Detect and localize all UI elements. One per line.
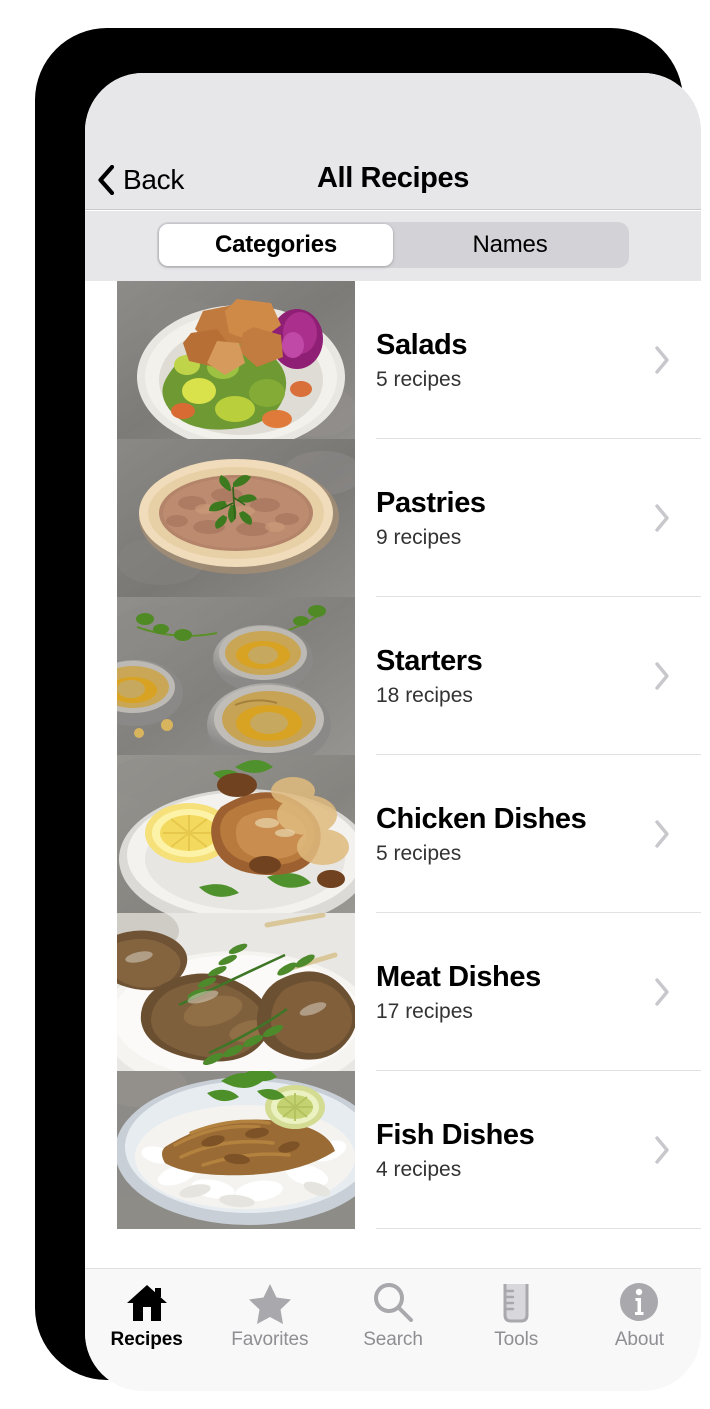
phone-screen: Back All Recipes Categories Names Salads… bbox=[85, 73, 701, 1391]
chevron-right-icon bbox=[655, 820, 669, 848]
roast-chicken-photo bbox=[117, 755, 355, 913]
tab-recipes-label: Recipes bbox=[110, 1329, 183, 1350]
measuring-cup-icon bbox=[503, 1284, 529, 1323]
list-item-title: Fish Dishes bbox=[376, 1118, 535, 1151]
list-item[interactable]: Chicken Dishes 5 recipes bbox=[85, 755, 701, 913]
list-item-text: Starters 18 recipes bbox=[376, 597, 483, 755]
list-item-text: Chicken Dishes 5 recipes bbox=[376, 755, 587, 913]
list-item-subtitle: 18 recipes bbox=[376, 683, 473, 707]
list-item-text: Pastries 9 recipes bbox=[376, 439, 486, 597]
tab-search-label: Search bbox=[363, 1329, 423, 1350]
segmented-control: Categories Names bbox=[157, 222, 629, 268]
fish-with-rice-photo bbox=[117, 1071, 355, 1229]
list-item-text: Meat Dishes 17 recipes bbox=[376, 913, 541, 1071]
tab-names[interactable]: Names bbox=[393, 224, 627, 266]
list-item-title: Pastries bbox=[376, 486, 486, 519]
tab-about-label: About bbox=[614, 1329, 664, 1350]
list-item[interactable]: Starters 18 recipes bbox=[85, 597, 701, 755]
list-item-title: Salads bbox=[376, 328, 468, 361]
list-item-text: Salads 5 recipes bbox=[376, 281, 468, 439]
list-divider bbox=[376, 1228, 701, 1229]
tab-categories[interactable]: Categories bbox=[159, 224, 393, 266]
fattoush-salad-photo bbox=[117, 281, 355, 439]
list-item[interactable]: Pastries 9 recipes bbox=[85, 439, 701, 597]
tab-search[interactable]: Search bbox=[331, 1279, 454, 1391]
meat-flatbread-photo bbox=[117, 439, 355, 597]
list-item-subtitle: 4 recipes bbox=[376, 1157, 462, 1181]
tab-tools-label: Tools bbox=[494, 1329, 539, 1350]
tab-about[interactable]: About bbox=[578, 1279, 701, 1391]
star-icon bbox=[248, 1284, 291, 1324]
navigation-bar: Back All Recipes bbox=[85, 73, 701, 210]
list-item-subtitle: 5 recipes bbox=[376, 841, 462, 865]
kafta-skewers-photo bbox=[117, 913, 355, 1071]
tab-tools[interactable]: Tools bbox=[455, 1279, 578, 1391]
chevron-right-icon bbox=[655, 504, 669, 532]
chevron-right-icon bbox=[655, 662, 669, 690]
phone-frame: Back All Recipes Categories Names Salads… bbox=[35, 28, 701, 1391]
list-item-subtitle: 9 recipes bbox=[376, 525, 462, 549]
tab-favorites-label: Favorites bbox=[231, 1329, 309, 1350]
list-item-title: Starters bbox=[376, 644, 483, 677]
tab-favorites[interactable]: Favorites bbox=[208, 1279, 331, 1391]
chevron-right-icon bbox=[655, 346, 669, 374]
chevron-right-icon bbox=[655, 978, 669, 1006]
list-item-title: Meat Dishes bbox=[376, 960, 541, 993]
list-item[interactable]: Salads 5 recipes bbox=[85, 281, 701, 439]
recipe-category-list[interactable]: Salads 5 recipes Pastries 9 recipes Star… bbox=[85, 281, 701, 1268]
page-title: All Recipes bbox=[317, 162, 469, 194]
tab-recipes[interactable]: Recipes bbox=[85, 1279, 208, 1391]
list-item-text: Fish Dishes 4 recipes bbox=[376, 1071, 535, 1229]
search-icon bbox=[374, 1283, 413, 1322]
list-item-title: Chicken Dishes bbox=[376, 802, 587, 835]
home-icon bbox=[126, 1285, 167, 1321]
list-item[interactable]: Meat Dishes 17 recipes bbox=[85, 913, 701, 1071]
chevron-right-icon bbox=[655, 1136, 669, 1164]
tab-bar: Recipes Favorites Search Tools About bbox=[85, 1268, 701, 1391]
list-item-subtitle: 17 recipes bbox=[376, 999, 473, 1023]
list-item-subtitle: 5 recipes bbox=[376, 367, 462, 391]
hummus-bowls-photo bbox=[117, 597, 355, 755]
segmented-control-bar: Categories Names bbox=[85, 211, 701, 281]
info-circle-icon bbox=[620, 1283, 659, 1321]
list-item[interactable]: Fish Dishes 4 recipes bbox=[85, 1071, 701, 1229]
